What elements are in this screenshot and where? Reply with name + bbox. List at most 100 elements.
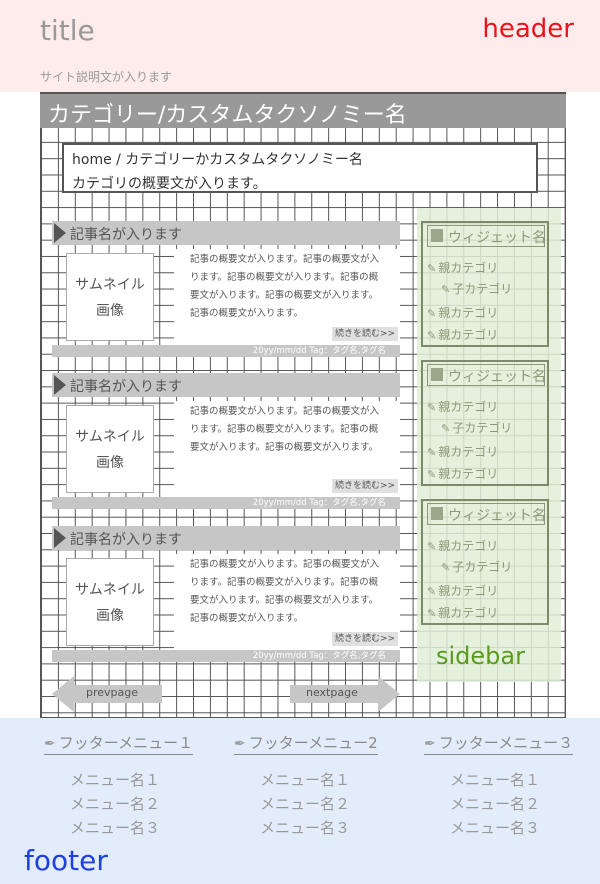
site-description: サイト説明文が入ります <box>40 70 173 84</box>
widget-item-label: 親カテゴリ <box>438 328 499 342</box>
sidebar-zone-label: sidebar <box>436 642 525 670</box>
widget-item[interactable]: ✎ 親カテゴリ <box>427 582 498 599</box>
footer-menu-heading: ✒ フッターメニュー１ <box>44 732 194 755</box>
thumbnail-label: サムネイル <box>75 582 145 598</box>
feather-icon: ✒ <box>234 736 246 752</box>
widget-header: ウィジェット名 <box>427 225 546 247</box>
widget-title: ウィジェット名 <box>448 369 546 385</box>
thumbnail-label: 画像 <box>96 303 124 319</box>
widget-item-label: 親カテゴリ <box>438 261 499 275</box>
widget-item[interactable]: ✎ 子カテゴリ <box>441 558 512 575</box>
article-meta: 20yy/mm/dd Tag：タグ名,タグ名 <box>252 346 386 356</box>
square-icon <box>431 229 443 242</box>
article-meta-bar: 20yy/mm/dd Tag：タグ名,タグ名 <box>52 650 400 662</box>
footer-menu-item[interactable]: メニュー名１ <box>70 768 160 792</box>
article-meta-bar: 20yy/mm/dd Tag：タグ名,タグ名 <box>52 497 400 509</box>
article-title[interactable]: 記事名が入ります <box>70 376 182 396</box>
article-thumbnail[interactable]: サムネイル 画像 <box>66 558 154 646</box>
footer-menu-item[interactable]: メニュー名２ <box>260 792 350 816</box>
footer-menu-item[interactable]: メニュー名３ <box>260 816 350 840</box>
category-description: カテゴリの概要文が入ります。 <box>72 176 267 192</box>
next-page-label: nextpage <box>306 686 358 699</box>
pencil-icon: ✎ <box>427 262 437 275</box>
thumbnail-label: 画像 <box>96 455 124 471</box>
footer-menu-heading-label: フッターメニュー2 <box>248 734 378 752</box>
header-zone-label: header <box>482 14 574 44</box>
breadcrumb[interactable]: home / カテゴリーかカスタムタクソノミー名 <box>72 149 363 169</box>
widget-item[interactable]: ✎ 親カテゴリ <box>427 326 498 343</box>
footer-menu-item[interactable]: メニュー名３ <box>70 816 160 840</box>
pencil-icon: ✎ <box>427 607 437 620</box>
widget-item[interactable]: ✎ 親カテゴリ <box>427 604 498 621</box>
widget-item[interactable]: ✎ 子カテゴリ <box>441 280 512 297</box>
article-title[interactable]: 記事名が入ります <box>70 224 182 244</box>
widget-title: ウィジェット名 <box>448 230 546 246</box>
widget-item[interactable]: ✎ 親カテゴリ <box>427 304 498 321</box>
widget-item[interactable]: ✎ 親カテゴリ <box>427 443 498 460</box>
sidebar-widget: ウィジェット名 ✎ 親カテゴリ ✎ 子カテゴリ ✎ 親カテゴリ ✎ 親カテゴリ <box>421 221 549 347</box>
next-page-button[interactable]: nextpage <box>290 676 400 712</box>
sidebar-widget: ウィジェット名 ✎ 親カテゴリ ✎ 子カテゴリ ✎ 親カテゴリ ✎ 親カテゴリ <box>421 360 549 486</box>
read-more-link[interactable]: 続きを読む>> <box>332 327 398 341</box>
widget-item-label: 子カテゴリ <box>452 421 513 435</box>
footer-menu-heading-label: フッターメニュー１ <box>58 734 194 752</box>
read-more-link[interactable]: 続きを読む>> <box>332 632 398 646</box>
widget-item[interactable]: ✎ 親カテゴリ <box>427 465 498 482</box>
footer-menu-list: メニュー名１ メニュー名２ メニュー名３ <box>70 768 160 840</box>
article-card: 記事名が入ります サムネイル 画像 記事の概要文が入ります。記事の概要文が入りま… <box>52 221 400 361</box>
article-thumbnail[interactable]: サムネイル 画像 <box>66 253 154 341</box>
pencil-icon: ✎ <box>427 307 437 320</box>
category-title: カテゴリー/カスタムタクソノミー名 <box>48 103 407 128</box>
pencil-icon: ✎ <box>427 329 437 342</box>
widget-item[interactable]: ✎ 親カテゴリ <box>427 537 498 554</box>
triangle-right-icon <box>54 223 66 243</box>
footer-menu-item[interactable]: メニュー名１ <box>260 768 350 792</box>
pencil-icon: ✎ <box>427 540 437 553</box>
article-card: 記事名が入ります サムネイル 画像 記事の概要文が入ります。記事の概要文が入りま… <box>52 526 400 666</box>
article-card: 記事名が入ります サムネイル 画像 記事の概要文が入ります。記事の概要文が入りま… <box>52 373 400 513</box>
read-more-link[interactable]: 続きを読む>> <box>332 479 398 493</box>
article-thumbnail[interactable]: サムネイル 画像 <box>66 405 154 493</box>
square-icon <box>431 507 443 520</box>
widget-item-label: 親カテゴリ <box>438 400 499 414</box>
widget-item[interactable]: ✎ 親カテゴリ <box>427 398 498 415</box>
prev-page-button[interactable]: prevpage <box>52 676 162 712</box>
triangle-right-icon <box>54 375 66 395</box>
feather-icon: ✒ <box>44 736 56 752</box>
widget-item[interactable]: ✎ 子カテゴリ <box>441 419 512 436</box>
sidebar-widget: ウィジェット名 ✎ 親カテゴリ ✎ 子カテゴリ ✎ 親カテゴリ ✎ 親カテゴリ <box>421 499 549 625</box>
site-title[interactable]: title <box>40 14 95 47</box>
pencil-icon: ✎ <box>441 422 451 435</box>
article-title[interactable]: 記事名が入ります <box>70 529 182 549</box>
pencil-icon: ✎ <box>427 585 437 598</box>
footer-menu-list: メニュー名１ メニュー名２ メニュー名３ <box>260 768 350 840</box>
widget-item[interactable]: ✎ 親カテゴリ <box>427 259 498 276</box>
thumbnail-label: 画像 <box>96 608 124 624</box>
widget-item-label: 親カテゴリ <box>438 467 499 481</box>
article-meta-bar: 20yy/mm/dd Tag：タグ名,タグ名 <box>52 345 400 357</box>
widget-item-label: 親カテゴリ <box>438 445 499 459</box>
triangle-right-icon <box>54 528 66 548</box>
article-excerpt: 記事の概要文が入ります。記事の概要文が入ります。記事の概要文が入ります。記事の概… <box>190 406 380 453</box>
footer-menu-item[interactable]: メニュー名２ <box>450 792 540 816</box>
widget-header: ウィジェット名 <box>427 364 546 386</box>
footer-menu-item[interactable]: メニュー名３ <box>450 816 540 840</box>
pencil-icon: ✎ <box>441 561 451 574</box>
feather-icon: ✒ <box>424 736 436 752</box>
footer-menu-item[interactable]: メニュー名１ <box>450 768 540 792</box>
square-icon <box>431 368 443 381</box>
footer-menu-heading: ✒ フッターメニュー３ <box>424 732 574 755</box>
footer-zone-label: footer <box>24 844 108 877</box>
footer-menu-heading: ✒ フッターメニュー2 <box>234 732 378 755</box>
footer-menu-list: メニュー名１ メニュー名２ メニュー名３ <box>450 768 540 840</box>
widget-item-label: 子カテゴリ <box>452 282 513 296</box>
prev-page-label: prevpage <box>86 686 139 699</box>
thumbnail-label: サムネイル <box>75 277 145 293</box>
footer-menu-item[interactable]: メニュー名２ <box>70 792 160 816</box>
widget-item-label: 子カテゴリ <box>452 560 513 574</box>
widget-item-label: 親カテゴリ <box>438 306 499 320</box>
pencil-icon: ✎ <box>427 401 437 414</box>
widget-title: ウィジェット名 <box>448 508 546 524</box>
article-meta: 20yy/mm/dd Tag：タグ名,タグ名 <box>252 651 386 661</box>
pencil-icon: ✎ <box>427 446 437 459</box>
